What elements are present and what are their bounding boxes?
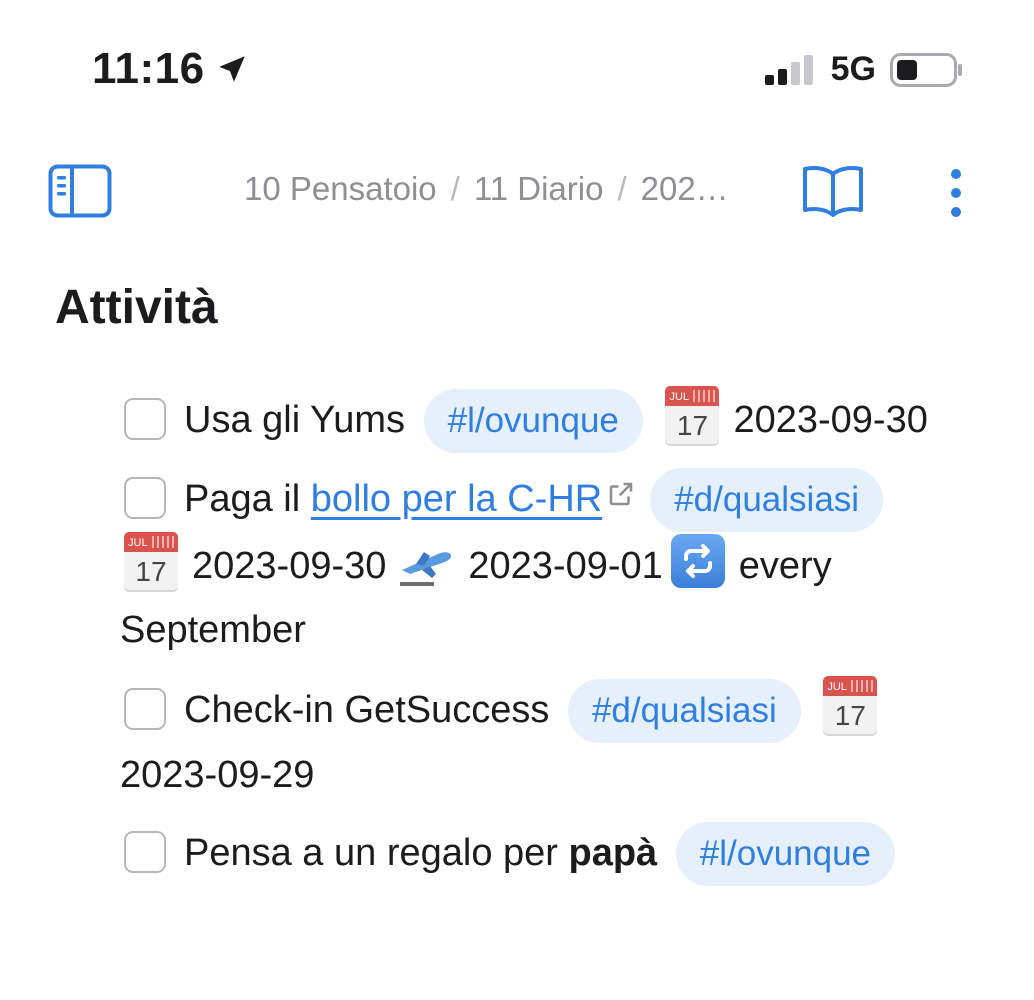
task-link[interactable]: bollo per la C-HR <box>311 478 602 520</box>
location-arrow-icon <box>218 56 245 82</box>
signal-icon <box>764 54 813 85</box>
task-tag[interactable]: #l/ovunque <box>675 822 896 886</box>
book-icon <box>803 166 863 217</box>
task-item: Usa gli Yums #l/ovunque JUL 17 2023-09-30 <box>120 386 970 453</box>
due-date: 2023-09-29 <box>120 754 315 796</box>
more-options-button[interactable] <box>944 162 968 223</box>
breadcrumb-item[interactable]: 202… <box>641 170 729 207</box>
task-text: Usa gli Yums <box>184 399 406 441</box>
task-list: Usa gli Yums #l/ovunque JUL 17 2023-09-30 … <box>120 386 970 900</box>
breadcrumb-item[interactable]: 10 Pensatoio <box>244 170 437 207</box>
external-link-icon <box>609 482 633 506</box>
airplane-departure-icon <box>400 552 452 586</box>
task-text: Pensa a un regalo per <box>184 832 558 874</box>
calendar-icon: JUL 17 <box>823 676 878 736</box>
network-type: 5G <box>830 50 876 88</box>
sidebar-icon <box>48 164 112 218</box>
calendar-icon: JUL 17 <box>665 386 720 446</box>
breadcrumb: 10 Pensatoio/11 Diario/202… <box>244 170 729 207</box>
top-bar: 10 Pensatoio/11 Diario/202… <box>0 158 1034 228</box>
due-date: 2023-09-30 <box>733 399 928 441</box>
calendar-icon: JUL 17 <box>124 532 178 592</box>
reading-view-button[interactable] <box>802 162 864 223</box>
task-item: Paga il bollo per la C-HR #d/qualsiasi JU… <box>120 467 970 662</box>
start-date: 2023-09-01 <box>468 545 663 587</box>
task-checkbox[interactable] <box>124 477 166 519</box>
breadcrumb-item[interactable]: 11 Diario <box>474 170 604 207</box>
sidebar-toggle-button[interactable] <box>48 164 112 223</box>
task-text: Paga il <box>184 478 301 520</box>
task-checkbox[interactable] <box>124 398 166 440</box>
due-date: 2023-09-30 <box>192 545 387 587</box>
task-text: Check-in GetSuccess <box>184 689 550 731</box>
status-time: 11:16 <box>92 44 205 93</box>
battery-icon <box>890 52 962 87</box>
task-checkbox[interactable] <box>124 688 166 730</box>
more-vertical-icon <box>951 169 961 217</box>
task-item: Pensa a un regalo per papà #l/ovunque <box>120 821 970 886</box>
task-checkbox[interactable] <box>124 831 166 873</box>
task-tag[interactable]: #d/qualsiasi <box>650 468 884 532</box>
repeat-icon <box>670 534 725 588</box>
task-tag[interactable]: #l/ovunque <box>423 389 643 453</box>
task-tag[interactable]: #d/qualsiasi <box>567 679 801 743</box>
task-text-bold: papà <box>568 832 658 874</box>
section-heading: Attività <box>55 281 218 334</box>
task-item: Check-in GetSuccess #d/qualsiasi JUL 17 20… <box>120 676 970 807</box>
